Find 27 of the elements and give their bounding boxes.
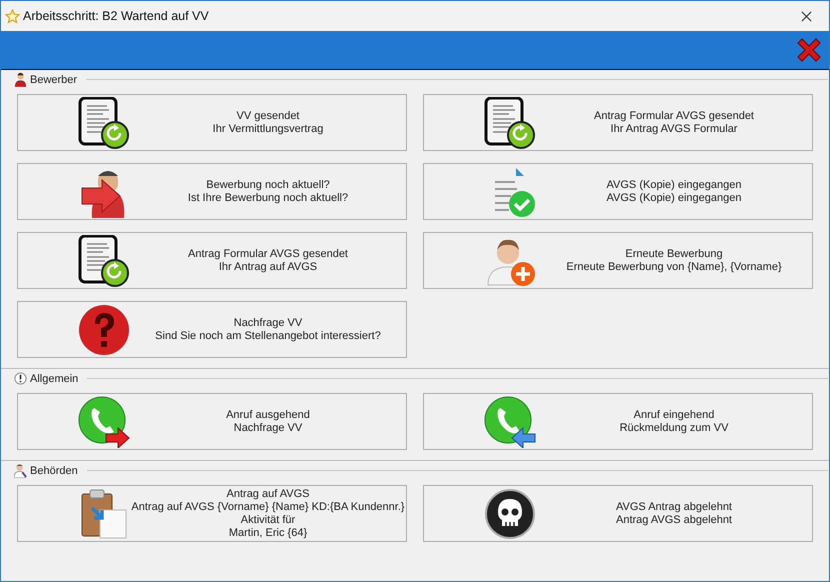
action-button[interactable]: Bewerbung noch aktuell? Ist Ihre Bewerbung noch aktuell? <box>17 163 407 220</box>
action-button[interactable]: Antrag auf AVGS Antrag auf AVGS {Vorname} {Name} KD:{BA Kundennr.} Aktivität für Martin, Eric {64} <box>17 485 407 542</box>
section-title: Allgemein <box>30 372 78 384</box>
action-button[interactable]: Anruf ausgehend Nachfrage VV <box>17 393 407 450</box>
section-title: Behörden <box>30 464 78 476</box>
action-button[interactable]: VV gesendet Ihr Vermittlungsvertrag <box>17 94 407 151</box>
skull-icon <box>484 488 536 540</box>
phone-outgoing-icon <box>78 396 130 448</box>
document-refresh-icon <box>78 96 130 148</box>
phone-incoming-icon <box>484 396 536 448</box>
close-icon[interactable] <box>801 10 812 22</box>
action-button[interactable]: Anruf eingehend Rückmeldung zum VV <box>423 393 813 450</box>
action-button[interactable]: Antrag Formular AVGS gesendet Ihr Antrag AVGS Formular <box>423 94 813 151</box>
action-button[interactable]: AVGS (Kopie) eingegangen AVGS (Kopie) eingegangen <box>423 163 813 220</box>
document-refresh-icon <box>78 234 130 286</box>
action-button[interactable]: Nachfrage VV Sind Sie noch am Stellenangebot interessiert? <box>17 301 407 358</box>
window-title: Arbeitsschritt: B2 Wartend auf VV <box>23 9 210 23</box>
document-refresh-icon <box>484 96 536 148</box>
action-button[interactable]: Antrag Formular AVGS gesendet Ihr Antrag auf AVGS <box>17 232 407 289</box>
exclamation-icon <box>14 371 27 386</box>
person-icon <box>14 72 27 87</box>
official-icon <box>14 463 27 478</box>
action-button[interactable]: Erneute Bewerbung Erneute Bewerbung von {Name}, {Vorname} <box>423 232 813 289</box>
star-icon <box>5 8 20 24</box>
section-title: Bewerber <box>30 74 78 86</box>
question-icon <box>78 304 130 356</box>
action-button[interactable]: AVGS Antrag abgelehnt Antrag AVGS abgelehnt <box>423 485 813 542</box>
